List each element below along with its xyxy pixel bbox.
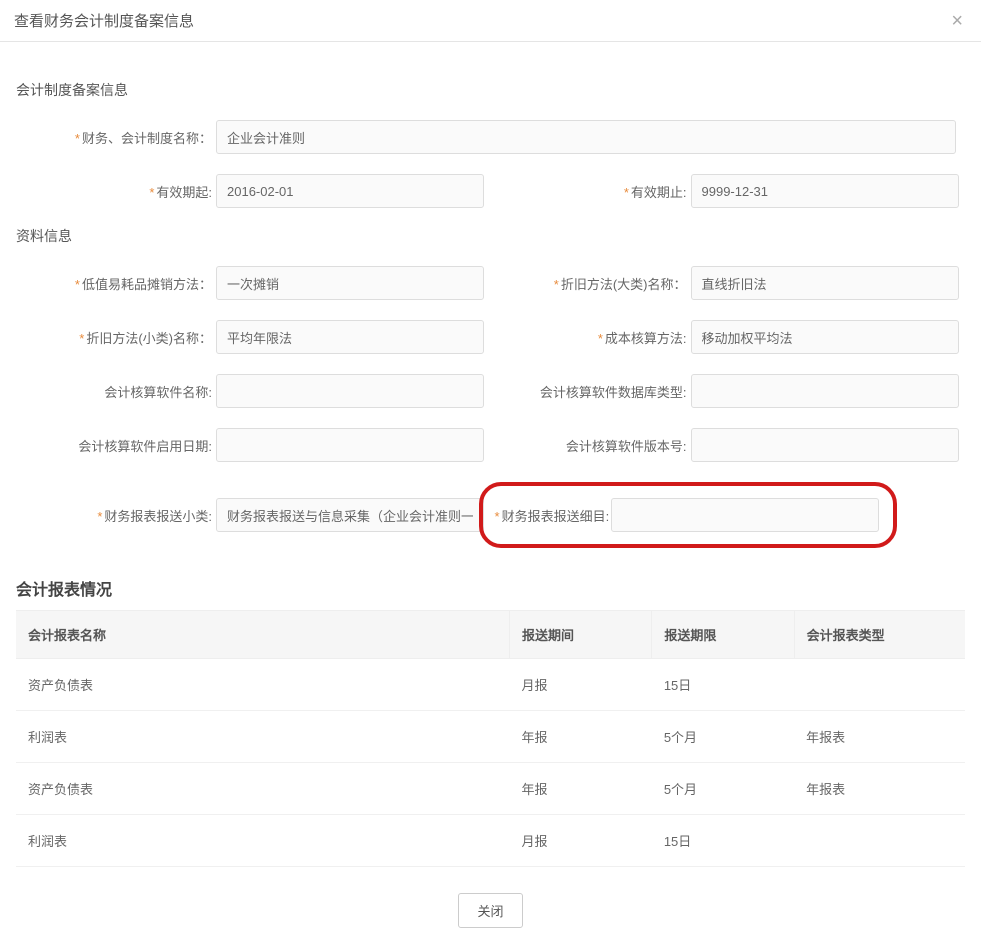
- input-system-name[interactable]: [216, 120, 956, 154]
- label-enable-date: 会计核算软件启用日期:: [16, 436, 216, 455]
- field-system-name: *财务、会计制度名称：: [16, 120, 965, 154]
- table-header-row: 会计报表名称 报送期间 报送期限 会计报表类型: [16, 611, 965, 659]
- cell-name: 资产负债表: [16, 763, 509, 815]
- modal-header: 查看财务会计制度备案信息 ×: [0, 0, 981, 42]
- cell-period: 月报: [509, 815, 651, 867]
- table-row: 利润表 年报 5个月 年报表: [16, 711, 965, 763]
- input-low-value-method[interactable]: [216, 266, 484, 300]
- label-system-name: *财务、会计制度名称：: [16, 128, 216, 147]
- form-row: *财务、会计制度名称：: [16, 120, 965, 154]
- input-version[interactable]: [691, 428, 959, 462]
- form-row: *低值易耗品摊销方法： *折旧方法(大类)名称：: [16, 266, 965, 300]
- input-report-detail[interactable]: [611, 498, 879, 532]
- input-cost-method[interactable]: [691, 320, 959, 354]
- table-row: 资产负债表 年报 5个月 年报表: [16, 763, 965, 815]
- section-title-filing: 会计制度备案信息: [16, 80, 965, 100]
- input-depr-minor[interactable]: [216, 320, 484, 354]
- field-cost-method: *成本核算方法:: [491, 320, 966, 354]
- cell-type: 年报表: [794, 711, 965, 763]
- cell-type: [794, 659, 965, 711]
- input-valid-from[interactable]: [216, 174, 484, 208]
- input-software-name[interactable]: [216, 374, 484, 408]
- cell-deadline: 15日: [652, 815, 794, 867]
- th-deadline: 报送期限: [652, 611, 794, 659]
- label-software-name: 会计核算软件名称:: [16, 382, 216, 401]
- th-name: 会计报表名称: [16, 611, 509, 659]
- close-button[interactable]: 关闭: [458, 893, 522, 928]
- field-depr-minor: *折旧方法(小类)名称：: [16, 320, 491, 354]
- section-title-table: 会计报表情况: [16, 576, 965, 600]
- field-version: 会计核算软件版本号:: [491, 428, 966, 462]
- label-db-type: 会计核算软件数据库类型:: [491, 382, 691, 401]
- table-row: 利润表 月报 15日: [16, 815, 965, 867]
- report-table: 会计报表名称 报送期间 报送期限 会计报表类型 资产负债表 月报 15日 利润表…: [16, 610, 965, 867]
- th-period: 报送期间: [509, 611, 651, 659]
- modal-body: 会计制度备案信息 *财务、会计制度名称： *有效期起: *有效期止: 资料信息 …: [0, 42, 981, 877]
- label-depr-minor: *折旧方法(小类)名称：: [16, 328, 216, 347]
- label-version: 会计核算软件版本号:: [491, 436, 691, 455]
- form-row: 会计核算软件启用日期: 会计核算软件版本号:: [16, 428, 965, 462]
- field-low-value-method: *低值易耗品摊销方法：: [16, 266, 491, 300]
- table-row: 资产负债表 月报 15日: [16, 659, 965, 711]
- cell-deadline: 5个月: [652, 711, 794, 763]
- modal-footer: 关闭: [0, 877, 981, 948]
- cell-deadline: 15日: [652, 659, 794, 711]
- label-valid-from: *有效期起:: [16, 182, 216, 201]
- cell-type: 年报表: [794, 763, 965, 815]
- cell-name: 利润表: [16, 815, 509, 867]
- label-cost-method: *成本核算方法:: [491, 328, 691, 347]
- input-depr-major[interactable]: [691, 266, 959, 300]
- field-valid-from: *有效期起:: [16, 174, 491, 208]
- th-type: 会计报表类型: [794, 611, 965, 659]
- field-depr-major: *折旧方法(大类)名称：: [491, 266, 966, 300]
- input-valid-to[interactable]: [691, 174, 959, 208]
- field-report-subcat: *财务报表报送小类:: [16, 498, 491, 532]
- field-report-detail-wrap: *财务报表报送细目:: [491, 482, 966, 548]
- field-software-name: 会计核算软件名称:: [16, 374, 491, 408]
- label-depr-major: *折旧方法(大类)名称：: [491, 274, 691, 293]
- field-valid-to: *有效期止:: [491, 174, 966, 208]
- input-report-subcat[interactable]: [216, 498, 484, 532]
- cell-period: 年报: [509, 711, 651, 763]
- cell-period: 月报: [509, 659, 651, 711]
- input-db-type[interactable]: [691, 374, 959, 408]
- form-row: 会计核算软件名称: 会计核算软件数据库类型:: [16, 374, 965, 408]
- close-icon[interactable]: ×: [947, 11, 967, 31]
- modal-title: 查看财务会计制度备案信息: [14, 10, 194, 31]
- label-valid-to: *有效期止:: [491, 182, 691, 201]
- input-enable-date[interactable]: [216, 428, 484, 462]
- field-enable-date: 会计核算软件启用日期:: [16, 428, 491, 462]
- label-report-detail: *财务报表报送细目:: [489, 506, 612, 525]
- label-report-subcat: *财务报表报送小类:: [16, 506, 216, 525]
- cell-deadline: 5个月: [652, 763, 794, 815]
- form-row: *财务报表报送小类: *财务报表报送细目:: [16, 482, 965, 548]
- cell-name: 利润表: [16, 711, 509, 763]
- cell-type: [794, 815, 965, 867]
- cell-period: 年报: [509, 763, 651, 815]
- form-row: *折旧方法(小类)名称： *成本核算方法:: [16, 320, 965, 354]
- label-low-value-method: *低值易耗品摊销方法：: [16, 274, 216, 293]
- highlight-annotation: *财务报表报送细目:: [479, 482, 898, 548]
- field-db-type: 会计核算软件数据库类型:: [491, 374, 966, 408]
- section-title-info: 资料信息: [16, 226, 965, 246]
- cell-name: 资产负债表: [16, 659, 509, 711]
- form-row: *有效期起: *有效期止:: [16, 174, 965, 208]
